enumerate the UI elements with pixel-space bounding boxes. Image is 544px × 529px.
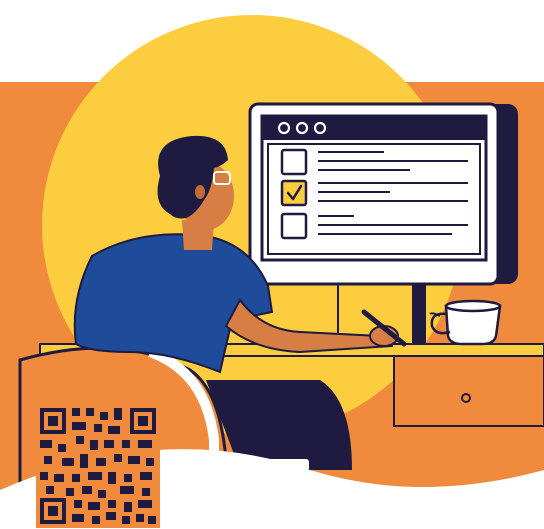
checkbox-checked [280, 179, 308, 207]
checkbox-unchecked [280, 212, 308, 240]
checkbox-unchecked [280, 148, 308, 176]
monitor-stand [412, 282, 426, 352]
monitor [248, 102, 500, 286]
window-title-bar [262, 116, 486, 140]
illustration-stage [0, 0, 544, 529]
person-at-computer-illustration [0, 15, 544, 529]
qr-code [36, 404, 160, 528]
